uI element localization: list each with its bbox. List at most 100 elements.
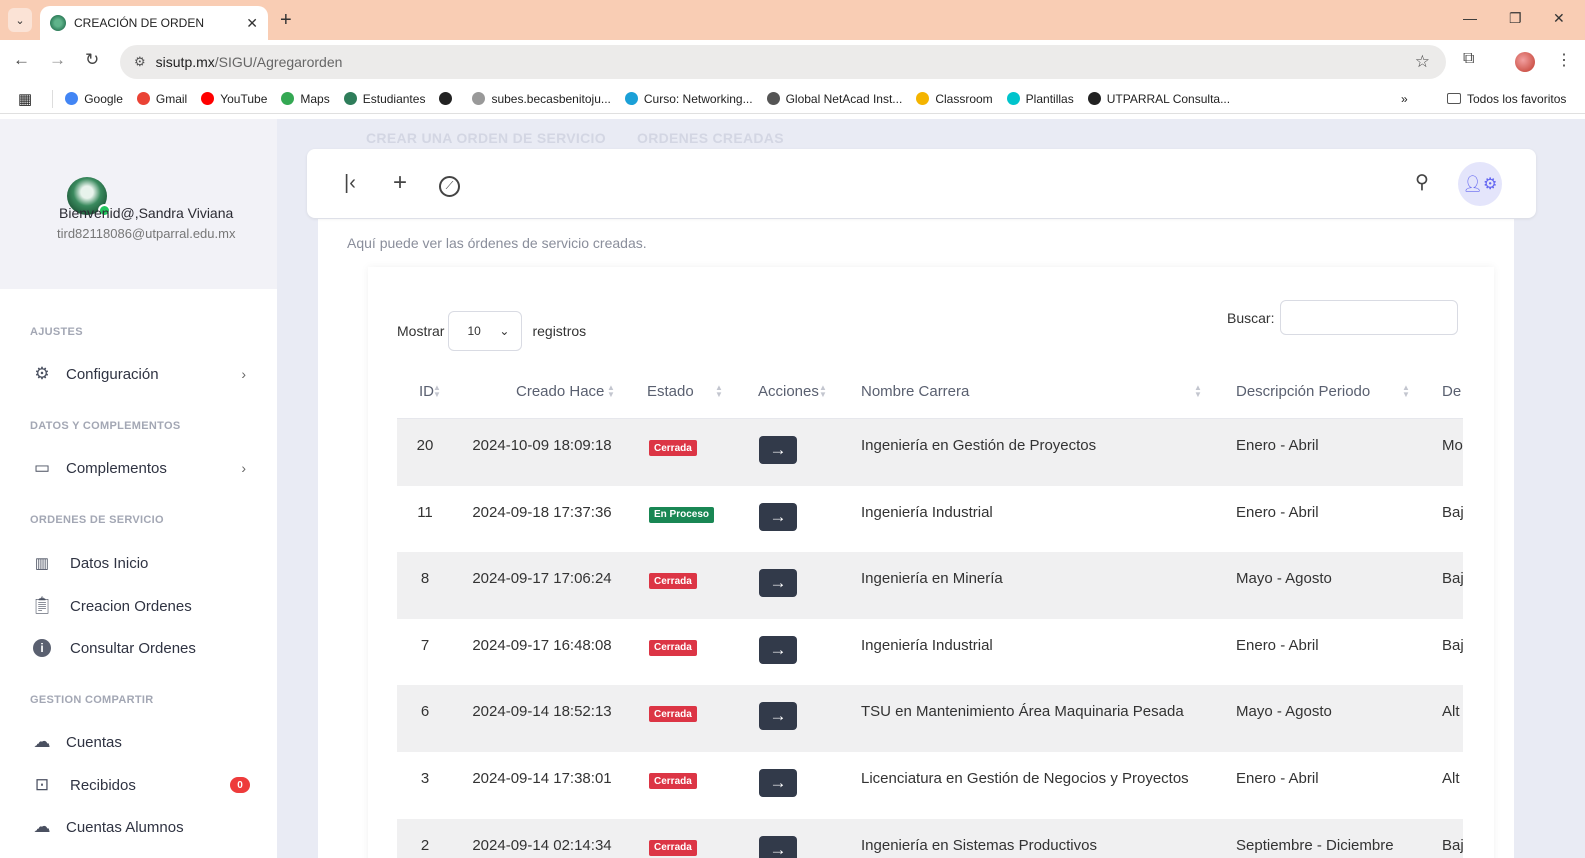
table-header: ID ▲ ▼ Creado Hace ▲ ▼ Estado ▲ ▼ Acciones ▲ ▼ Nombr… xyxy=(397,383,1463,419)
sort-arrows-icon[interactable]: ▲ ▼ xyxy=(715,384,723,399)
page-subtitle: Aquí puede ver las órdenes de servicio c… xyxy=(347,235,647,251)
compass-icon[interactable]: ⟋ xyxy=(439,171,460,197)
tab-crear-orden[interactable]: CREAR UNA ORDEN DE SERVICIO xyxy=(366,130,606,146)
sort-arrows-icon[interactable]: ▲ ▼ xyxy=(819,384,827,399)
all-bookmarks-folder[interactable]: Todos los favoritos xyxy=(1447,92,1566,106)
view-order-button[interactable]: → xyxy=(759,835,797,858)
close-tab-icon[interactable]: ✕ xyxy=(246,15,258,32)
sidebar-item-consultar-ordenes[interactable]: i Consultar Ordenes xyxy=(30,636,250,660)
url-path: /SIGU/Agregarorden xyxy=(214,54,343,70)
sidebar-item-recibidos[interactable]: ⊡ Recibidos 0 xyxy=(30,773,250,797)
cell-created: 2024-09-17 16:48:08 xyxy=(472,636,612,654)
sort-arrows-icon[interactable]: ▲ ▼ xyxy=(1402,384,1410,399)
bookmark-label: Google xyxy=(84,91,123,106)
sidebar-item-datos-inicio[interactable]: ▥ Datos Inicio xyxy=(30,551,250,575)
minimize-button[interactable]: — xyxy=(1463,10,1477,26)
sort-arrows-icon[interactable]: ▲ ▼ xyxy=(1194,384,1202,399)
cell-period: Enero - Abril xyxy=(1236,636,1319,654)
browser-menu-icon[interactable]: ⋮ xyxy=(1556,50,1572,70)
view-order-button[interactable]: → xyxy=(759,502,797,531)
column-header[interactable]: De xyxy=(1442,383,1461,400)
bookmark-item[interactable] xyxy=(439,92,458,105)
bookmark-item[interactable]: Google xyxy=(65,92,123,106)
user-gear-icon: 👤︎⚙ xyxy=(1462,176,1498,193)
utp-icon xyxy=(343,92,357,105)
back-button[interactable]: ← xyxy=(13,50,30,70)
collapse-sidebar-icon[interactable]: |‹ xyxy=(344,171,356,195)
bookmark-item[interactable]: Curso: Networking... xyxy=(624,92,753,106)
sidebar-item-complementos[interactable]: ▭ Complementos › xyxy=(30,456,250,480)
cell-period: Mayo - Agosto xyxy=(1236,703,1332,721)
arrow-right-icon: → xyxy=(769,773,787,792)
cell-created: 2024-10-09 18:09:18 xyxy=(472,437,612,454)
arrow-right-icon: → xyxy=(769,839,787,858)
bookmark-item[interactable]: Estudiantes xyxy=(343,92,425,106)
forward-button[interactable]: → xyxy=(49,50,66,70)
bookmark-item[interactable]: UTPARRAL Consulta... xyxy=(1087,92,1230,106)
close-window-button[interactable]: ✕ xyxy=(1553,10,1565,27)
section-ajustes: AJUSTES xyxy=(30,326,83,338)
bookmark-item[interactable]: subes.becasbenitoju... xyxy=(472,92,611,106)
table-row: 11 2024-09-18 17:37:36 En Proceso → Ingenier… xyxy=(397,486,1463,553)
apps-grid-icon[interactable]: ▦ xyxy=(18,90,32,108)
column-header[interactable]: Estado xyxy=(647,383,694,400)
view-order-button[interactable]: → xyxy=(759,769,797,797)
maximize-button[interactable]: ❐ xyxy=(1509,10,1522,27)
sidebar-item-label: Datos Inicio xyxy=(70,554,149,572)
sort-arrows-icon[interactable]: ▲ ▼ xyxy=(433,384,441,399)
view-order-button[interactable]: → xyxy=(759,635,797,664)
column-header[interactable]: Nombre Carrera xyxy=(861,383,969,400)
classroom-icon xyxy=(916,92,930,105)
address-bar[interactable]: ⚙ sisutp.mx/SIGU/Agregarorden ☆ xyxy=(120,45,1446,79)
view-order-button[interactable]: → xyxy=(759,569,797,598)
bookmark-label: Classroom xyxy=(935,91,993,106)
view-order-button[interactable]: → xyxy=(759,436,797,464)
bookmark-item[interactable]: Maps xyxy=(281,92,330,106)
more-bookmarks-icon[interactable]: » xyxy=(1401,92,1408,106)
reload-button[interactable]: ↻ xyxy=(85,50,99,70)
page-length-select[interactable]: 10 ⌄ xyxy=(448,311,523,351)
tab-search-button[interactable]: ⌄ xyxy=(8,8,32,32)
column-header[interactable]: Descripción Periodo xyxy=(1236,383,1370,400)
new-tab-button[interactable]: + xyxy=(280,9,292,32)
search-icon[interactable]: ⚲ xyxy=(1415,171,1429,195)
status-badge: Cerrada xyxy=(649,773,697,789)
view-order-button[interactable]: → xyxy=(759,702,797,731)
records-label: registros xyxy=(532,323,587,339)
arrow-right-icon: → xyxy=(769,706,787,726)
tab-ordenes-creadas[interactable]: ORDENES CREADAS xyxy=(637,130,784,146)
cell-period: Septiembre - Diciembre xyxy=(1236,836,1394,854)
bookmark-star-icon[interactable]: ☆ xyxy=(1415,52,1430,72)
profile-avatar[interactable] xyxy=(1515,52,1535,72)
bookmark-item[interactable]: Global NetAcad Inst... xyxy=(766,92,902,106)
cisco-icon xyxy=(624,92,638,105)
browser-tab[interactable]: CREACIÓN DE ORDEN ✕ xyxy=(40,6,268,40)
table-body: 20 2024-10-09 18:09:18 Cerrada → Ingeniería … xyxy=(397,419,1463,858)
sort-arrows-icon[interactable]: ▲ ▼ xyxy=(607,384,615,399)
extensions-icon[interactable]: ⧉ xyxy=(1463,50,1474,68)
bookmark-item[interactable]: Gmail xyxy=(136,92,187,106)
site-info-icon[interactable]: ⚙ xyxy=(134,54,146,70)
column-header[interactable]: ID xyxy=(419,383,434,400)
user-settings-button[interactable]: 👤︎⚙ xyxy=(1458,162,1502,206)
arrow-right-icon: → xyxy=(769,506,787,526)
sidebar-item-cuentas-alumnos[interactable]: ☁ Cuentas Alumnos xyxy=(30,815,250,839)
status-badge: En Proceso xyxy=(649,506,715,523)
sidebar-item-label: Consultar Ordenes xyxy=(70,639,196,657)
add-icon[interactable]: + xyxy=(393,171,407,195)
cell-id: 11 xyxy=(417,503,433,521)
search-input[interactable] xyxy=(1280,300,1459,335)
table-row: 20 2024-10-09 18:09:18 Cerrada → Ingeniería … xyxy=(397,419,1463,486)
bookmark-item[interactable]: YouTube xyxy=(201,92,267,106)
column-header[interactable]: Creado Hace xyxy=(516,383,604,400)
recibidos-count-badge: 0 xyxy=(230,777,250,793)
search-control: Buscar: xyxy=(1227,300,1459,335)
column-header[interactable]: Acciones xyxy=(758,383,819,400)
table-row: 6 2024-09-14 18:52:13 Cerrada → TSU en Mante… xyxy=(397,685,1463,753)
sidebar-item-creacion-ordenes[interactable]: 📋︎ Creacion Ordenes xyxy=(30,594,250,618)
sidebar-item-cuentas[interactable]: ☁ Cuentas xyxy=(30,730,250,754)
bookmark-item[interactable]: Plantillas xyxy=(1006,92,1074,106)
bookmark-item[interactable]: Classroom xyxy=(916,91,993,106)
sidebar-item-configuracion[interactable]: ⚙ Configuración › xyxy=(30,362,250,386)
cell-extra: Baj xyxy=(1442,636,1463,654)
